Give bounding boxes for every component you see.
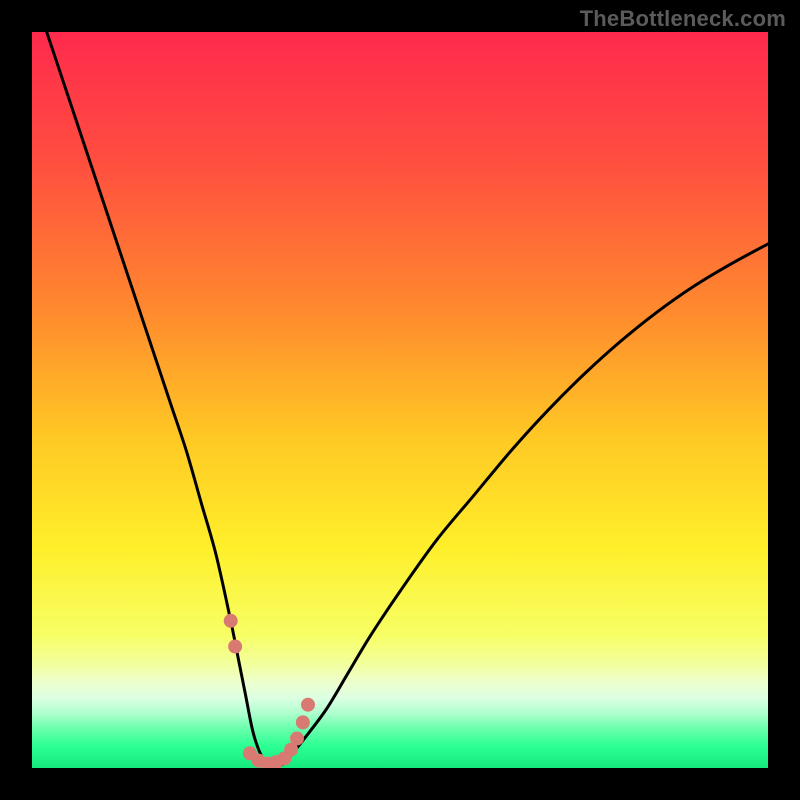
curve-layer	[32, 32, 768, 768]
bottleneck-curve	[39, 32, 768, 767]
highlight-dot	[290, 732, 304, 746]
watermark-text: TheBottleneck.com	[580, 6, 786, 32]
highlight-dot	[224, 614, 238, 628]
highlight-dot	[301, 698, 315, 712]
highlight-dot	[228, 640, 242, 654]
plot-area	[32, 32, 768, 768]
highlight-dot	[296, 715, 310, 729]
chart-frame: { "watermark": "TheBottleneck.com", "col…	[0, 0, 800, 800]
